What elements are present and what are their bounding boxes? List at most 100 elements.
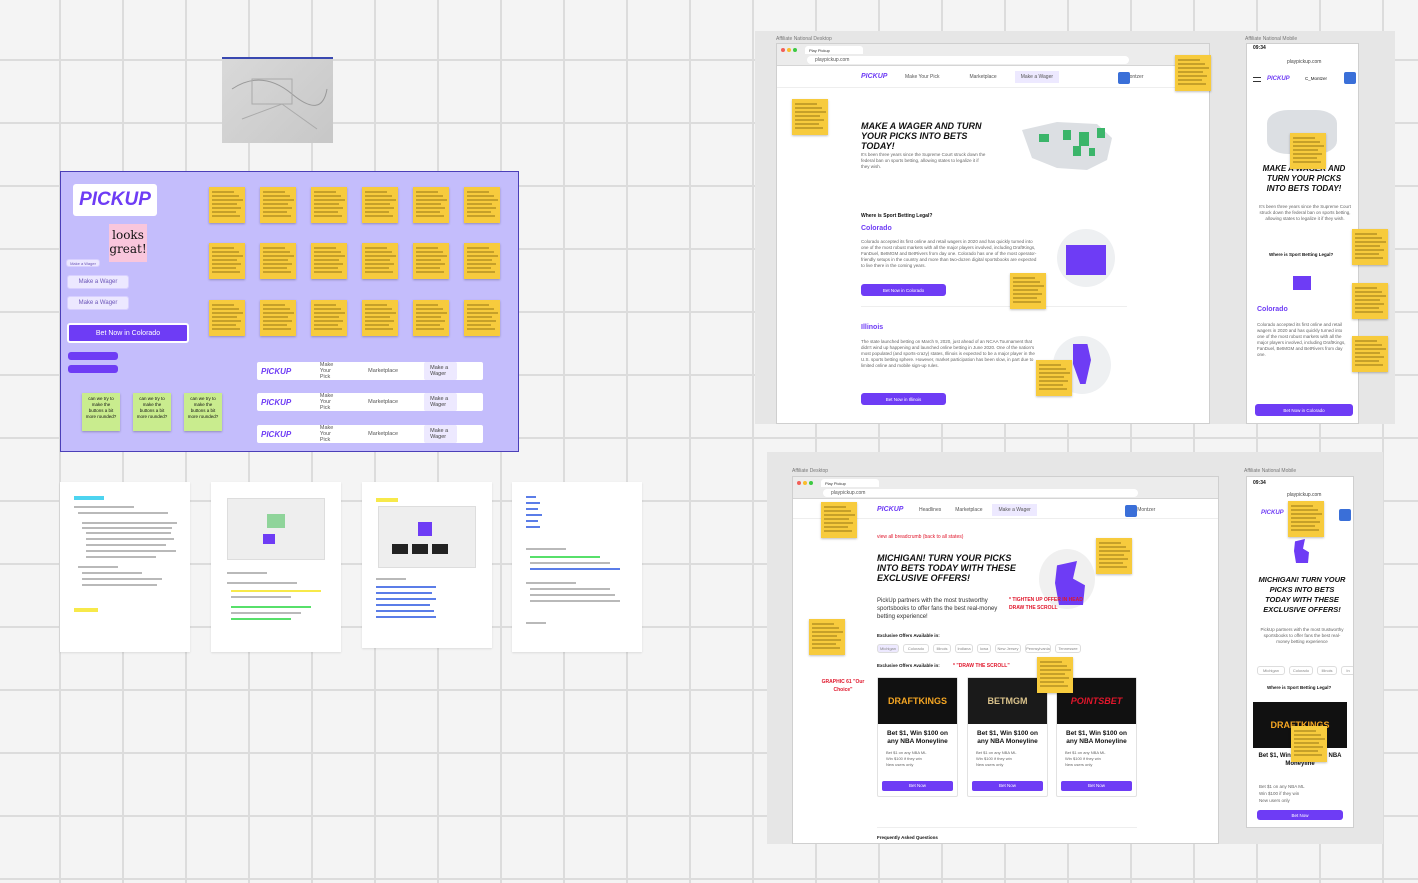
frame-sticky-note[interactable] [1352,336,1388,372]
mobile-logo[interactable]: PICKUP [1261,510,1284,516]
state-pill[interactable]: Michigan [877,644,899,653]
nav-item-make-wager[interactable]: Make a Wager [424,425,457,443]
board-sticky-note[interactable] [413,187,449,223]
nav-item[interactable]: Make Your Pick [320,425,342,443]
board-sticky-note[interactable] [311,300,347,336]
board-sticky-note[interactable] [209,243,245,279]
url-bar[interactable]: playpickup.com [823,489,1138,497]
small-purple-button-1[interactable] [68,352,118,360]
frame-sticky-note[interactable] [1036,360,1072,396]
site-logo[interactable]: PICKUP [861,73,905,80]
nav-marketplace[interactable]: Marketplace [955,507,982,513]
user-avatar[interactable] [1118,72,1130,84]
mobile-logo[interactable]: PICKUP [1267,76,1290,82]
bet-now-colorado-button[interactable]: Bet Now in Colorado [861,284,946,296]
bet-now-colorado-button[interactable]: Bet Now in Colorado [67,323,189,343]
state-pill[interactable]: Iowa [977,644,991,653]
mobile-url[interactable]: playpickup.com [1287,59,1321,65]
offer-bet-now-button[interactable]: Bet Now [1061,781,1132,791]
navbar-variant-3[interactable]: PICKUP Make Your Pick Marketplace Make a… [257,425,483,443]
frame-sticky-note[interactable] [1290,133,1326,169]
nav-item[interactable]: Make Your Pick [320,393,342,411]
board-sticky-note[interactable] [464,300,500,336]
browser-tab[interactable]: Play Pickup [805,46,863,54]
site-logo[interactable]: PICKUP [877,506,919,513]
nav-item-make-wager[interactable]: Make a Wager [424,393,457,411]
mobile-bet-now-button[interactable]: Bet Now in Colorado [1255,404,1353,416]
nav-marketplace[interactable]: Marketplace [969,74,996,80]
board-sticky-note[interactable] [209,300,245,336]
make-wager-button-1[interactable]: Make a Wager [67,275,129,289]
navbar-variant-2[interactable]: PICKUP Make Your Pick Marketplace Make a… [257,393,483,411]
nav-item-make-wager[interactable]: Make a Wager [424,362,457,380]
board-sticky-note[interactable] [464,187,500,223]
make-wager-button-2[interactable]: Make a Wager [67,296,129,310]
url-bar[interactable]: playpickup.com [807,56,1129,64]
small-purple-button-2[interactable] [68,365,118,373]
board-sticky-note[interactable] [260,243,296,279]
board-sticky-note[interactable] [311,187,347,223]
nav-item[interactable]: Marketplace [368,431,398,437]
nav-item[interactable]: Marketplace [368,368,398,374]
doc-thumbnail-2[interactable] [211,482,341,652]
user-avatar[interactable] [1125,505,1137,517]
doc-thumbnail-1[interactable] [60,482,190,652]
doc-thumbnail-3[interactable] [362,482,492,648]
board-sticky-note[interactable] [464,243,500,279]
mobile-pill-colorado[interactable]: Colorado [1289,666,1313,675]
nav-item[interactable]: Make Your Pick [320,362,342,380]
state-pill[interactable]: Tennessee [1055,644,1081,653]
mobile-avatar[interactable] [1344,72,1356,84]
looks-great-note[interactable]: looks great! [109,224,147,262]
mobile-menu-icon[interactable] [1253,77,1261,82]
nav-make-wager[interactable]: Make a Wager [1014,70,1060,83]
nav-make-wager[interactable]: Make a Wager [992,503,1037,516]
board-sticky-note[interactable] [362,243,398,279]
green-note-2[interactable]: can we try to make the buttons a bit mor… [133,393,171,431]
frame-sticky-note[interactable] [1352,229,1388,265]
board-sticky-note[interactable] [362,300,398,336]
board-sticky-note[interactable] [311,243,347,279]
board-sticky-note[interactable] [260,300,296,336]
frame-sticky-note[interactable] [821,502,857,538]
mobile-url[interactable]: playpickup.com [1287,492,1321,498]
mobile-pill-illinois[interactable]: Illinois [1317,666,1337,675]
mobile-bet-now-button[interactable]: Bet Now [1257,810,1343,820]
frame-sticky-note[interactable] [1175,55,1211,91]
frame-sticky-note[interactable] [1010,273,1046,309]
navbar-variant-1[interactable]: PICKUP Make Your Pick Marketplace Make a… [257,362,483,380]
mobile-user[interactable]: C_Montzer [1305,76,1327,81]
frame-sticky-note[interactable] [1037,657,1073,693]
mobile-pill-michigan[interactable]: Michigan [1257,666,1285,675]
board-sticky-note[interactable] [209,187,245,223]
frame-sticky-note[interactable] [792,99,828,135]
state-pill[interactable]: New Jersey [995,644,1021,653]
offer-bet-now-button[interactable]: Bet Now [882,781,953,791]
frame-sticky-note[interactable] [1291,726,1327,762]
board-sticky-note[interactable] [260,187,296,223]
offer-bet-now-button[interactable]: Bet Now [972,781,1043,791]
state-pill[interactable]: Indiana [955,644,973,653]
board-sticky-note[interactable] [413,300,449,336]
frame-sticky-note[interactable] [1288,501,1324,537]
board-sticky-note[interactable] [413,243,449,279]
browser-tab[interactable]: Play Pickup [821,479,879,487]
nav-make-your-pick[interactable]: Make Your Pick [905,74,939,80]
nav-headlines[interactable]: Headlines [919,507,941,513]
frame-sticky-note[interactable] [809,619,845,655]
state-pill[interactable]: Pennsylvania [1025,644,1051,653]
board-sticky-note[interactable] [362,187,398,223]
green-note-1[interactable]: can we try to make the buttons a bit mor… [82,393,120,431]
frame-sticky-note[interactable] [1352,283,1388,319]
state-pill[interactable]: Colorado [903,644,929,653]
mobile-pill-in[interactable]: In [1341,666,1353,675]
doc-thumbnail-4[interactable] [512,482,642,652]
nav-item[interactable]: Marketplace [368,399,398,405]
frame-sticky-note[interactable] [1096,538,1132,574]
sketch-photo[interactable] [222,57,333,143]
mobile-avatar[interactable] [1339,509,1351,521]
bet-now-illinois-button[interactable]: Bet Now in Illinois [861,393,946,405]
green-note-3[interactable]: can we try to make the buttons a bit mor… [184,393,222,431]
make-wager-small-button[interactable]: Make a Wager [66,259,100,267]
state-pill[interactable]: Illinois [933,644,951,653]
